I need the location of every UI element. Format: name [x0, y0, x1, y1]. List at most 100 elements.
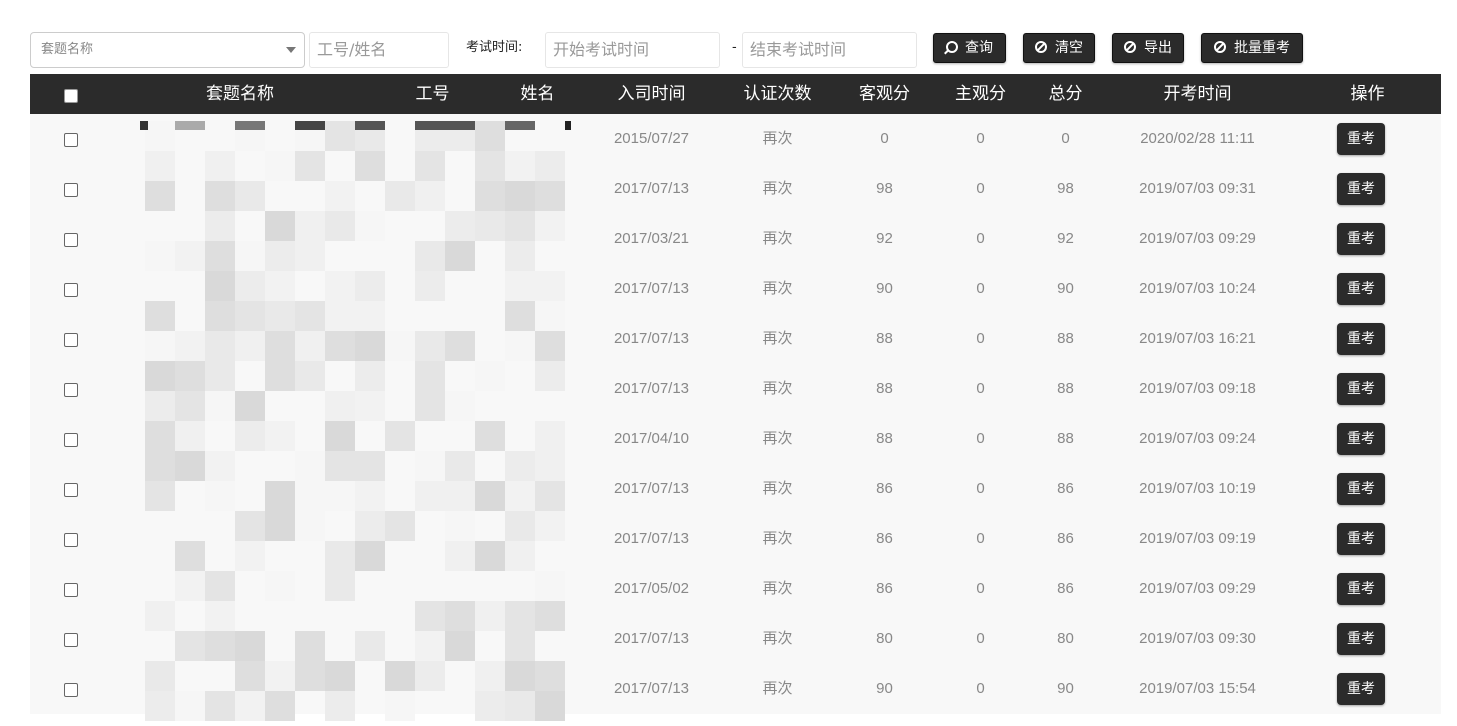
row-checkbox[interactable]	[64, 633, 78, 647]
retest-button[interactable]: 重考	[1337, 473, 1385, 505]
cell-start-time: 2019/07/03 15:54	[1139, 680, 1256, 697]
row-checkbox[interactable]	[64, 583, 78, 597]
retest-button[interactable]: 重考	[1337, 673, 1385, 705]
cell-cert-count: 再次	[762, 530, 793, 547]
cell-cert-count: 再次	[762, 130, 793, 147]
table-row: 2017/04/10 再次 88 0 88 2019/07/03 09:24 重考	[30, 414, 1441, 464]
select-all-checkbox[interactable]	[64, 89, 78, 103]
table-row: 2017/07/13 再次 98 0 98 2019/07/03 09:31 重考	[30, 164, 1441, 214]
retest-button[interactable]: 重考	[1337, 623, 1385, 655]
search-button[interactable]: 查询	[933, 33, 1006, 63]
cell-total: 88	[1057, 330, 1074, 347]
table-row: 2017/07/13 再次 86 0 86 2019/07/03 10:19 重考	[30, 464, 1441, 514]
retest-button[interactable]: 重考	[1337, 173, 1385, 205]
start-time-placeholder: 开始考试时间	[553, 40, 650, 59]
end-time-placeholder: 结束考试时间	[750, 40, 847, 59]
cell-cert-count: 再次	[762, 330, 793, 347]
table-row: 2017/07/13 再次 90 0 90 2019/07/03 15:54 重考	[30, 664, 1441, 714]
row-checkbox[interactable]	[64, 183, 78, 197]
row-checkbox[interactable]	[64, 133, 78, 147]
export-button[interactable]: 导出	[1112, 33, 1184, 63]
table-row: 2017/03/21 再次 92 0 92 2019/07/03 09:29 重考	[30, 214, 1441, 264]
cell-objective: 90	[876, 680, 893, 697]
search-icon	[946, 41, 958, 53]
row-checkbox[interactable]	[64, 383, 78, 397]
table-row: 2017/07/13 再次 80 0 80 2019/07/03 09:30 重考	[30, 614, 1441, 664]
cell-start-time: 2019/07/03 09:29	[1139, 230, 1256, 247]
col-total: 总分	[1048, 84, 1083, 104]
cell-join-date: 2017/07/13	[613, 280, 690, 297]
clear-button[interactable]: 清空	[1023, 33, 1095, 63]
col-cert-count: 认证次数	[743, 84, 812, 104]
cell-objective: 98	[876, 180, 893, 197]
cell-start-time: 2019/07/03 16:21	[1139, 330, 1256, 347]
emp-search-input[interactable]: 工号/姓名	[309, 32, 449, 68]
paper-select[interactable]: 套题名称	[30, 32, 305, 68]
cell-join-date: 2017/07/13	[613, 330, 690, 347]
row-checkbox[interactable]	[64, 333, 78, 347]
retest-button[interactable]: 重考	[1337, 523, 1385, 555]
clear-button-label: 清空	[1055, 40, 1083, 56]
cell-total: 88	[1057, 430, 1074, 447]
col-name: 姓名	[520, 84, 555, 104]
batch-retest-button-label: 批量重考	[1234, 40, 1290, 56]
cell-join-date: 2017/03/21	[613, 230, 690, 247]
cell-start-time: 2019/07/03 09:30	[1139, 630, 1256, 647]
col-action: 操作	[1350, 84, 1385, 104]
table-header: 套题名称 工号 姓名 入司时间 认证次数 客观分 主观分 总分 开考时间 操作	[30, 74, 1441, 114]
cell-objective: 80	[876, 630, 893, 647]
cell-join-date: 2015/07/27	[613, 130, 690, 147]
row-checkbox[interactable]	[64, 533, 78, 547]
table-row: 2017/07/13 再次 88 0 88 2019/07/03 09:18 重考	[30, 364, 1441, 414]
paper-select-placeholder: 套题名称	[41, 42, 94, 57]
cell-subjective: 0	[976, 530, 985, 547]
cell-total: 98	[1057, 180, 1074, 197]
end-time-input[interactable]: 结束考试时间	[742, 32, 917, 68]
cell-cert-count: 再次	[762, 480, 793, 497]
cell-total: 90	[1057, 680, 1074, 697]
start-time-input[interactable]: 开始考试时间	[545, 32, 720, 68]
table-row: 2015/07/27 再次 0 0 0 2020/02/28 11:11 重考	[30, 114, 1441, 164]
cell-cert-count: 再次	[762, 580, 793, 597]
cell-start-time: 2020/02/28 11:11	[1140, 130, 1255, 147]
cell-total: 86	[1057, 580, 1074, 597]
cell-objective: 90	[876, 280, 893, 297]
cell-subjective: 0	[976, 480, 985, 497]
retest-button[interactable]: 重考	[1337, 373, 1385, 405]
cell-subjective: 0	[976, 280, 985, 297]
retest-button[interactable]: 重考	[1337, 223, 1385, 255]
filter-toolbar: 套题名称 工号/姓名 考试时间: 开始考试时间 - 结束考试时间 查询 清空 导…	[0, 0, 1457, 74]
cell-subjective: 0	[976, 430, 985, 447]
retest-button[interactable]: 重考	[1337, 123, 1385, 155]
retest-button[interactable]: 重考	[1337, 573, 1385, 605]
cell-total: 90	[1057, 280, 1074, 297]
cell-cert-count: 再次	[762, 630, 793, 647]
retest-button[interactable]: 重考	[1337, 423, 1385, 455]
batch-retest-button[interactable]: 批量重考	[1201, 33, 1303, 63]
range-dash: -	[732, 40, 737, 55]
row-checkbox[interactable]	[64, 283, 78, 297]
retest-button[interactable]: 重考	[1337, 323, 1385, 355]
col-objective: 客观分	[859, 84, 910, 104]
row-checkbox[interactable]	[64, 233, 78, 247]
cell-join-date: 2017/07/13	[613, 630, 690, 647]
search-button-label: 查询	[965, 40, 993, 56]
table-row: 2017/05/02 再次 86 0 86 2019/07/03 09:29 重考	[30, 564, 1441, 614]
cell-start-time: 2019/07/03 10:19	[1139, 480, 1256, 497]
cell-subjective: 0	[976, 180, 985, 197]
row-checkbox[interactable]	[64, 483, 78, 497]
table-body: 2015/07/27 再次 0 0 0 2020/02/28 11:11 重考 2017/07…	[30, 114, 1441, 721]
cell-total: 88	[1057, 380, 1074, 397]
emp-search-placeholder: 工号/姓名	[317, 40, 387, 59]
cell-join-date: 2017/07/13	[613, 680, 690, 697]
ban-icon	[1035, 41, 1047, 53]
col-start-time: 开考时间	[1163, 84, 1232, 104]
cell-join-date: 2017/07/13	[613, 180, 690, 197]
cell-subjective: 0	[976, 580, 985, 597]
retest-button[interactable]: 重考	[1337, 273, 1385, 305]
cell-total: 80	[1057, 630, 1074, 647]
row-checkbox[interactable]	[64, 433, 78, 447]
cell-cert-count: 再次	[762, 280, 793, 297]
row-checkbox[interactable]	[64, 683, 78, 697]
cell-objective: 92	[876, 230, 893, 247]
